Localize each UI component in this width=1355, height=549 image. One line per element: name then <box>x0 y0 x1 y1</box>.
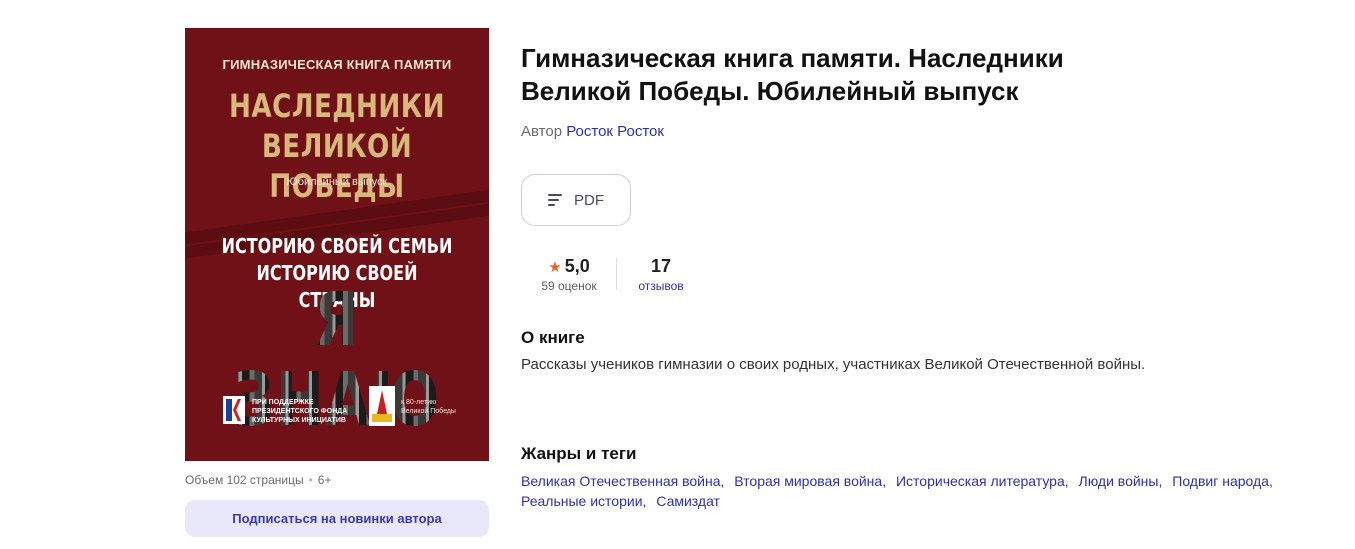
book-meta: Объем 102 страницы • 6+ <box>185 473 331 487</box>
tags-list: Великая Отечественная война, Вторая миро… <box>521 473 1273 509</box>
tag-link[interactable]: Самиздат <box>656 493 720 509</box>
cover-anniversary-text: к 80-летию Великой Победы <box>401 398 456 416</box>
victory-80-logo-icon <box>369 386 395 426</box>
cover-title-line-2: ВЕЛИКОЙ ПОБЕДЫ <box>261 127 413 205</box>
reviews-link[interactable]: 17 отзывов <box>633 256 689 293</box>
tag-link[interactable]: Люди войны <box>1079 473 1159 489</box>
list-lines-icon <box>548 191 562 209</box>
fund-logo-icon <box>223 396 245 424</box>
cover-title: НАСЛЕДНИКИ ВЕЛИКОЙ ПОБЕДЫ <box>212 86 461 206</box>
tag-link[interactable]: Вторая мировая война <box>734 473 882 489</box>
book-cover[interactable]: ГИМНАЗИЧЕСКАЯ КНИГА ПАМЯТИ НАСЛЕДНИКИ ВЕ… <box>185 28 489 461</box>
rating-count: 59 оценок <box>541 279 597 293</box>
cover-series: ГИМНАЗИЧЕСКАЯ КНИГА ПАМЯТИ <box>222 57 452 72</box>
about-heading: О книге <box>521 328 585 347</box>
cover-anniv-line-1: к 80-летию <box>401 399 437 406</box>
subscribe-author-button[interactable]: Подписаться на новинки автора <box>185 500 489 537</box>
cover-title-line-1: НАСЛЕДНИКИ <box>228 87 446 125</box>
cover-subtitle: Юбилейный выпуск <box>286 176 388 188</box>
tag-link[interactable]: Великая Отечественная война <box>521 473 721 489</box>
reviews-count: 17 <box>650 256 672 276</box>
book-title: Гимназическая книга памяти. Наследники В… <box>521 43 1064 106</box>
cover-fund-line-3: КУЛЬТУРНЫХ ИНИЦИАТИВ <box>252 417 346 424</box>
cover-fund-text: ПРИ ПОДДЕРЖКЕ ПРЕЗИДЕНТСКОГО ФОНДА КУЛЬТ… <box>252 398 347 425</box>
cover-fund-line-2: ПРЕЗИДЕНТСКОГО ФОНДА <box>252 408 348 415</box>
tag-link[interactable]: Историческая литература <box>896 473 1065 489</box>
book-description: Рассказы учеников гимназии о своих родны… <box>521 356 1146 373</box>
rating-block: ★ 5,0 59 оценок <box>537 256 601 293</box>
divider <box>616 258 617 290</box>
reviews-label: отзывов <box>638 279 684 293</box>
page-volume: Объем 102 страницы <box>185 473 304 487</box>
author-line: Автор Росток Росток <box>521 123 664 140</box>
rating-value: 5,0 <box>564 256 590 276</box>
tag-link[interactable]: Реальные истории <box>521 493 643 509</box>
format-label: PDF <box>574 191 604 209</box>
age-rating: 6+ <box>317 473 332 487</box>
star-icon: ★ <box>548 259 562 276</box>
tag-link[interactable]: Подвиг народа <box>1172 473 1269 489</box>
pdf-format-button[interactable]: PDF <box>521 174 631 226</box>
cover-fund-line-1: ПРИ ПОДДЕРЖКЕ <box>252 399 314 406</box>
cover-anniv-line-2: Великой Победы <box>401 408 456 415</box>
tags-heading: Жанры и теги <box>521 444 637 463</box>
cover-slogan-line-1: ИСТОРИЮ СВОЕЙ СЕМЬИ <box>221 234 453 258</box>
dot-separator: • <box>308 473 313 487</box>
author-link[interactable]: Росток Росток <box>566 123 664 140</box>
author-prefix: Автор <box>521 123 563 140</box>
